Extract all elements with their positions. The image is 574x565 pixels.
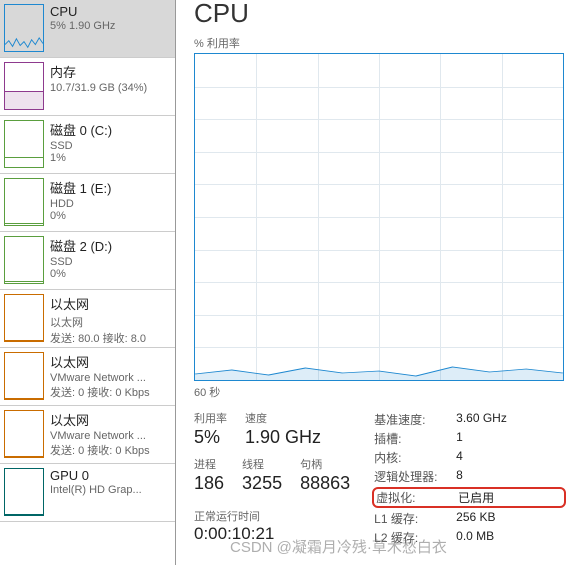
sidebar-item-disk2[interactable]: 磁盘 2 (D:) SSD 0%: [0, 232, 175, 290]
sidebar-sub: SSD: [50, 256, 169, 268]
stat-threads: 线程 3255: [242, 456, 282, 494]
kv-sockets: 插槽:1: [374, 429, 564, 448]
kv-cores: 内核:4: [374, 448, 564, 467]
sidebar-item-disk0[interactable]: 磁盘 0 (C:) SSD 1%: [0, 116, 175, 174]
gpu-minigraph: [4, 468, 44, 516]
stats-right: 基准速度:3.60 GHz 插槽:1 内核:4 逻辑处理器:8 虚拟化:已启用 …: [374, 410, 564, 547]
sidebar-sub: VMware Network ...: [50, 372, 169, 384]
sidebar-sub2: 发送: 0 接收: 0 Kbps: [50, 442, 169, 458]
stat-handles: 句柄 88863: [300, 456, 350, 494]
stat-utilization: 利用率 5%: [194, 410, 227, 448]
sidebar-sub: 5% 1.90 GHz: [50, 20, 169, 32]
eth-minigraph: [4, 352, 44, 400]
sidebar-title: 以太网: [50, 294, 169, 313]
sidebar-sub: 10.7/31.9 GB (34%): [50, 82, 169, 94]
sidebar-title: GPU 0: [50, 468, 169, 483]
cpu-minigraph: [4, 4, 44, 52]
kv-l2-cache: L2 缓存:0.0 MB: [374, 528, 564, 547]
sidebar-title: 磁盘 0 (C:): [50, 120, 169, 139]
sidebar-item-disk1[interactable]: 磁盘 1 (E:) HDD 0%: [0, 174, 175, 232]
sidebar-title: 以太网: [50, 352, 169, 371]
disk-minigraph: [4, 236, 44, 284]
chart-ylabel: % 利用率: [194, 35, 564, 51]
eth-minigraph: [4, 294, 44, 342]
stat-speed: 速度 1.90 GHz: [245, 410, 321, 448]
cpu-utilization-chart[interactable]: [194, 53, 564, 381]
sidebar-sub: HDD: [50, 198, 169, 210]
sidebar-item-eth1[interactable]: 以太网 VMware Network ... 发送: 0 接收: 0 Kbps: [0, 348, 175, 406]
stat-uptime: 正常运行时间 0:00:10:21: [194, 502, 350, 544]
main-panel: CPU % 利用率 60 秒 利用率 5% 速度 1.90 GHz: [176, 0, 574, 565]
chart-xlabel: 60 秒: [194, 384, 564, 400]
sidebar-sub: VMware Network ...: [50, 430, 169, 442]
sidebar-title: 磁盘 2 (D:): [50, 236, 169, 255]
sidebar-title: 内存: [50, 62, 169, 81]
kv-virtualization: 虚拟化:已启用: [372, 487, 566, 508]
sidebar-title: 磁盘 1 (E:): [50, 178, 169, 197]
stat-processes: 进程 186: [194, 456, 224, 494]
sidebar-sub: 以太网: [50, 314, 169, 330]
memory-minigraph: [4, 62, 44, 110]
kv-l1-cache: L1 缓存:256 KB: [374, 509, 564, 528]
disk-minigraph: [4, 178, 44, 226]
stats-left: 利用率 5% 速度 1.90 GHz 进程 186 线程 325: [194, 410, 350, 547]
sidebar-item-cpu[interactable]: CPU 5% 1.90 GHz: [0, 0, 175, 58]
sidebar-sub: SSD: [50, 140, 169, 152]
sidebar-sub2: 0%: [50, 268, 169, 280]
kv-base-speed: 基准速度:3.60 GHz: [374, 410, 564, 429]
kv-logical-procs: 逻辑处理器:8: [374, 467, 564, 486]
sidebar: CPU 5% 1.90 GHz 内存 10.7/31.9 GB (34%) 磁盘…: [0, 0, 176, 565]
sidebar-item-eth2[interactable]: 以太网 VMware Network ... 发送: 0 接收: 0 Kbps: [0, 406, 175, 464]
sidebar-title: 以太网: [50, 410, 169, 429]
sidebar-item-eth0[interactable]: 以太网 以太网 发送: 80.0 接收: 8.0: [0, 290, 175, 348]
disk-minigraph: [4, 120, 44, 168]
eth-minigraph: [4, 410, 44, 458]
sidebar-sub2: 1%: [50, 152, 169, 164]
sidebar-title: CPU: [50, 4, 169, 19]
sidebar-sub: Intel(R) HD Grap...: [50, 484, 169, 496]
page-title: CPU: [194, 0, 564, 29]
sidebar-sub2: 发送: 0 接收: 0 Kbps: [50, 384, 169, 400]
sidebar-item-gpu0[interactable]: GPU 0 Intel(R) HD Grap...: [0, 464, 175, 522]
sidebar-item-memory[interactable]: 内存 10.7/31.9 GB (34%): [0, 58, 175, 116]
sidebar-sub2: 0%: [50, 210, 169, 222]
sidebar-sub2: 发送: 80.0 接收: 8.0: [50, 330, 169, 343]
